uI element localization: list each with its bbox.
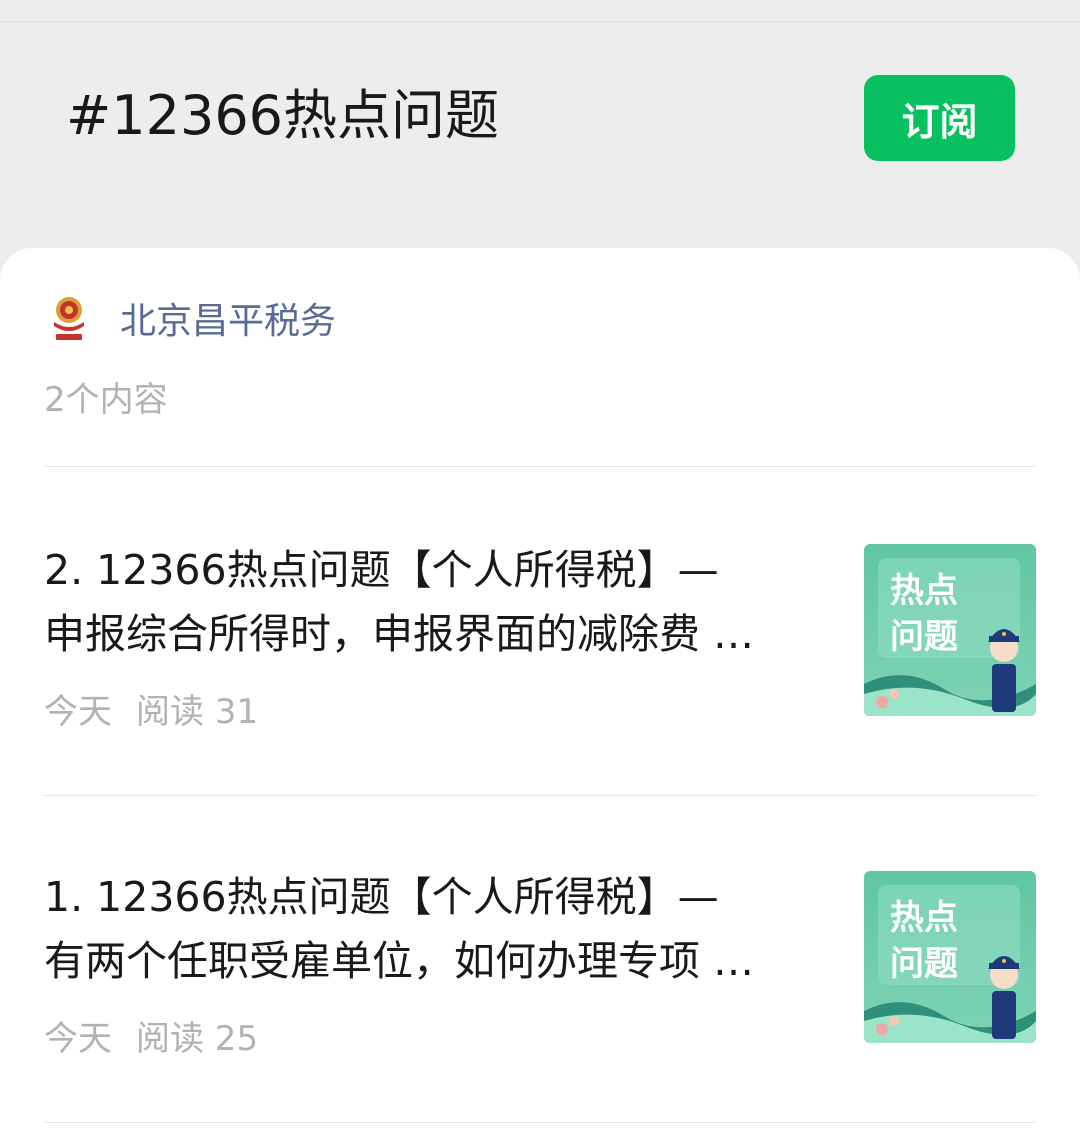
- thumb-text: 问题: [890, 617, 958, 657]
- divider: [44, 1122, 1036, 1123]
- account-name[interactable]: 北京昌平税务: [120, 292, 336, 344]
- article-thumbnail[interactable]: 热点 问题: [864, 871, 1036, 1043]
- account-row[interactable]: 北京昌平税务: [44, 288, 336, 348]
- topic-page: #12366热点问题 订阅 北京昌平税务 2个内容 2. 12366热点问题【个…: [0, 0, 1080, 1146]
- article-title-line: 1. 12366热点问题【个人所得税】—: [44, 873, 719, 921]
- article-date: 今天: [44, 692, 112, 732]
- topic-header: #12366热点问题 订阅: [0, 0, 1080, 250]
- content-card: 北京昌平税务 2个内容 2. 12366热点问题【个人所得税】— 申报综合所得时…: [0, 248, 1080, 1146]
- article-meta: 今天 阅读 25: [44, 1011, 282, 1060]
- article-reads: 阅读 25: [136, 1019, 259, 1059]
- thumb-text: 问题: [890, 944, 958, 984]
- subscribe-button[interactable]: 订阅: [864, 75, 1015, 161]
- thumb-text: 热点: [890, 571, 958, 611]
- article-date: 今天: [44, 1019, 112, 1059]
- article-meta: 今天 阅读 31: [44, 684, 282, 733]
- divider: [44, 795, 1036, 796]
- article-title-line: 2. 12366热点问题【个人所得税】—: [44, 546, 719, 594]
- article-title-line: 有两个任职受雇单位，如何办理专项 …: [44, 937, 755, 985]
- divider: [44, 466, 1036, 467]
- content-count: 2个内容: [44, 380, 168, 420]
- tax-emblem-icon: [44, 292, 94, 344]
- article-title[interactable]: 2. 12366热点问题【个人所得税】— 申报综合所得时，申报界面的减除费 …: [44, 538, 814, 666]
- article-item[interactable]: 2. 12366热点问题【个人所得税】— 申报综合所得时，申报界面的减除费 … …: [44, 538, 1036, 732]
- article-thumbnail[interactable]: 热点 问题: [864, 544, 1036, 716]
- article-title-line: 申报综合所得时，申报界面的减除费 …: [44, 610, 755, 658]
- thumb-text: 热点: [890, 898, 958, 938]
- article-reads: 阅读 31: [136, 692, 259, 732]
- topic-title: #12366热点问题: [66, 84, 500, 147]
- article-title[interactable]: 1. 12366热点问题【个人所得税】— 有两个任职受雇单位，如何办理专项 …: [44, 865, 814, 993]
- article-item[interactable]: 1. 12366热点问题【个人所得税】— 有两个任职受雇单位，如何办理专项 … …: [44, 865, 1036, 1059]
